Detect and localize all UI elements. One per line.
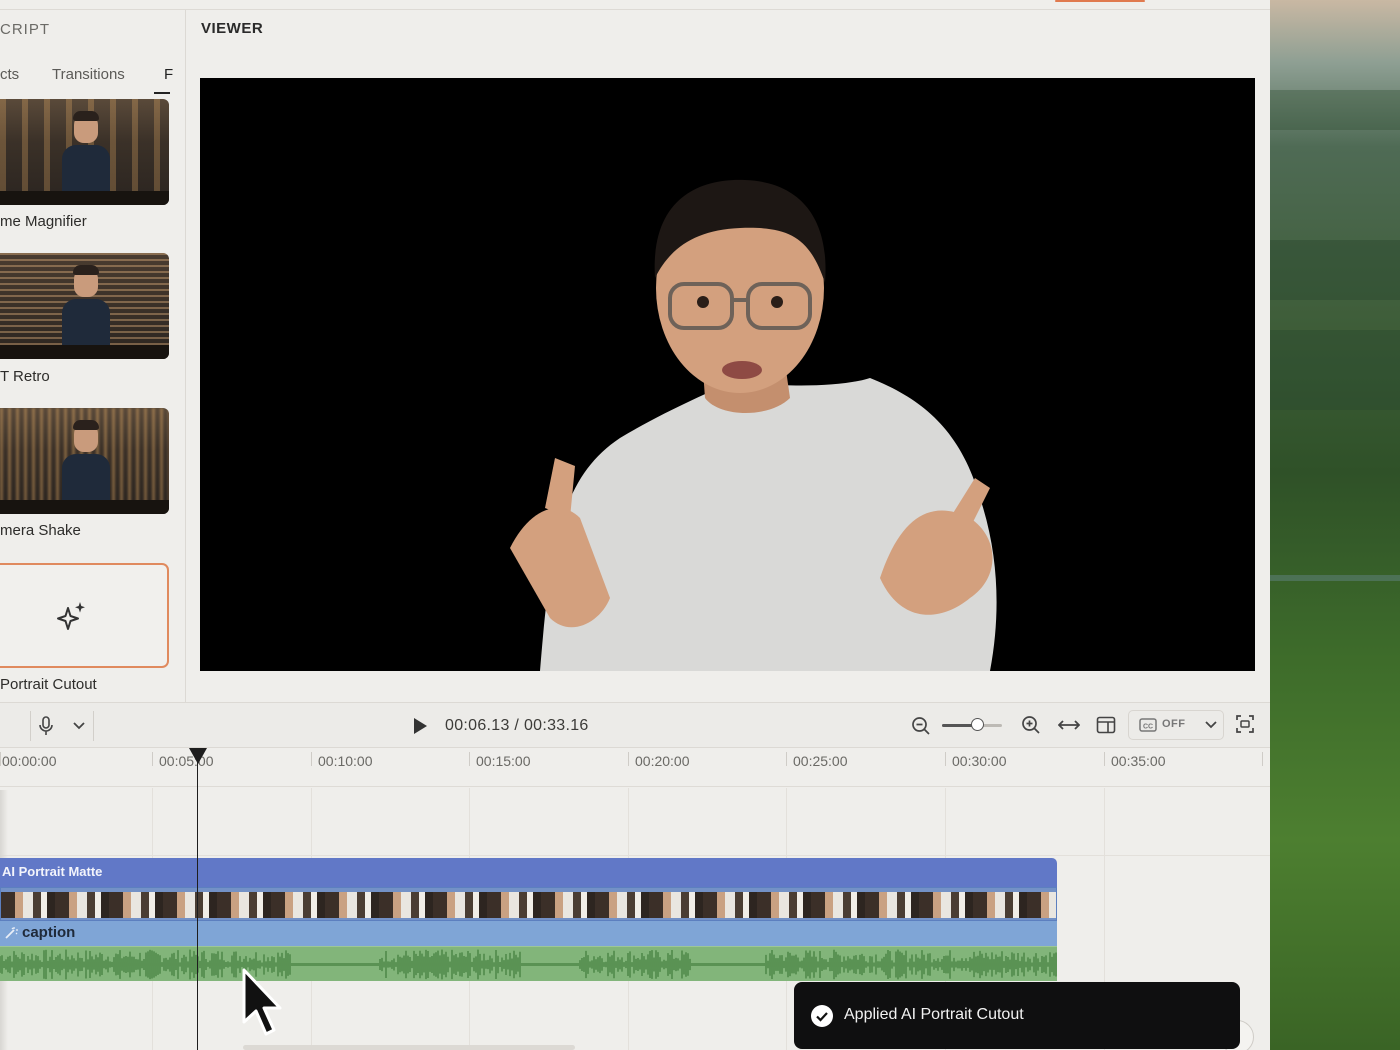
chevron-down-icon[interactable]: [1202, 716, 1220, 734]
effects-tabs: cts Transitions F: [0, 66, 186, 94]
ruler-tick: [945, 752, 946, 766]
ruler-tick: [786, 752, 787, 766]
video-editor-window: CRIPT cts Transitions F me Magnifier T R…: [0, 0, 1270, 1050]
clip-label: caption: [22, 924, 76, 941]
ruler-tick: [0, 752, 1, 766]
tab-effects[interactable]: cts: [0, 66, 19, 83]
zoom-out-icon[interactable]: [910, 715, 932, 737]
video-preview[interactable]: [200, 78, 1255, 671]
mouse-cursor-icon: [242, 968, 282, 1036]
ruler-label: 00:25:00: [793, 753, 848, 769]
fullscreen-icon[interactable]: [1234, 713, 1256, 735]
effect-label: me Magnifier: [0, 213, 87, 230]
toast-message: Applied AI Portrait Cutout: [844, 1006, 1024, 1023]
portrait-cutout-frame: [510, 179, 997, 671]
video-filmstrip: [1, 892, 1056, 918]
fit-width-icon[interactable]: [1057, 714, 1081, 736]
total-time: 00:33.16: [523, 717, 589, 734]
video-clip[interactable]: [0, 887, 1057, 921]
ruler-tick: [1104, 752, 1105, 766]
chevron-down-icon[interactable]: [70, 717, 88, 735]
ruler-label: 00:00:00: [2, 753, 57, 769]
active-tab-underline: [154, 92, 170, 94]
ruler-tick: [628, 752, 629, 766]
ruler-tick: [1262, 752, 1263, 766]
svg-text:CC: CC: [1143, 724, 1153, 731]
ai-portrait-matte-clip[interactable]: AI Portrait Matte: [0, 858, 1057, 887]
track-divider: [0, 855, 1270, 856]
desktop-wallpaper: [1270, 0, 1400, 1050]
ruler-tick: [311, 752, 312, 766]
zoom-slider-handle[interactable]: [971, 718, 984, 731]
ruler-label: 00:30:00: [952, 753, 1007, 769]
timecode: 00:06.13 / 00:33.16: [445, 717, 589, 735]
effect-thumbnail-camera-shake[interactable]: [0, 408, 169, 514]
time-separator: /: [509, 717, 524, 734]
closed-caption-icon: CC: [1138, 716, 1158, 734]
effect-label: Portrait Cutout: [0, 676, 97, 693]
effect-thumbnail-magnifier[interactable]: [0, 99, 169, 205]
audio-waveform: [0, 949, 1057, 980]
ruler-label: 00:15:00: [476, 753, 531, 769]
tab-transitions[interactable]: Transitions: [52, 66, 125, 83]
check-icon: [811, 1005, 833, 1027]
audio-clip[interactable]: [0, 946, 1057, 981]
effect-thumbnail-retro[interactable]: [0, 253, 169, 359]
tab-f[interactable]: F: [164, 66, 173, 83]
captions-state: OFF: [1162, 718, 1186, 730]
playhead-handle[interactable]: [189, 748, 207, 764]
ruler-label: 00:35:00: [1111, 753, 1166, 769]
effect-portrait-cutout-selected[interactable]: [0, 563, 169, 668]
ruler-label: 00:20:00: [635, 753, 690, 769]
layout-icon[interactable]: [1095, 714, 1117, 736]
ruler-tick: [152, 752, 153, 766]
caption-clip[interactable]: caption: [0, 921, 1057, 946]
zoom-in-icon[interactable]: [1020, 714, 1042, 736]
toast-notification: Applied AI Portrait Cutout: [794, 982, 1240, 1049]
clip-label: AI Portrait Matte: [2, 864, 103, 879]
top-accent-indicator: [1055, 0, 1145, 2]
ruler-label: 00:10:00: [318, 753, 373, 769]
horizontal-scrollbar[interactable]: [243, 1045, 575, 1050]
effect-label: mera Shake: [0, 522, 81, 539]
playhead-line: [197, 760, 198, 1050]
panel-title: CRIPT: [0, 21, 50, 38]
sparkle-icon: [57, 602, 85, 630]
effects-panel: CRIPT cts Transitions F me Magnifier T R…: [0, 10, 186, 702]
viewer-title: VIEWER: [201, 20, 264, 37]
magic-wand-icon: [5, 927, 18, 939]
effect-label: T Retro: [0, 368, 50, 385]
play-icon[interactable]: [410, 715, 430, 737]
current-time: 00:06.13: [445, 717, 510, 734]
microphone-icon[interactable]: [36, 715, 56, 737]
ruler-tick: [469, 752, 470, 766]
